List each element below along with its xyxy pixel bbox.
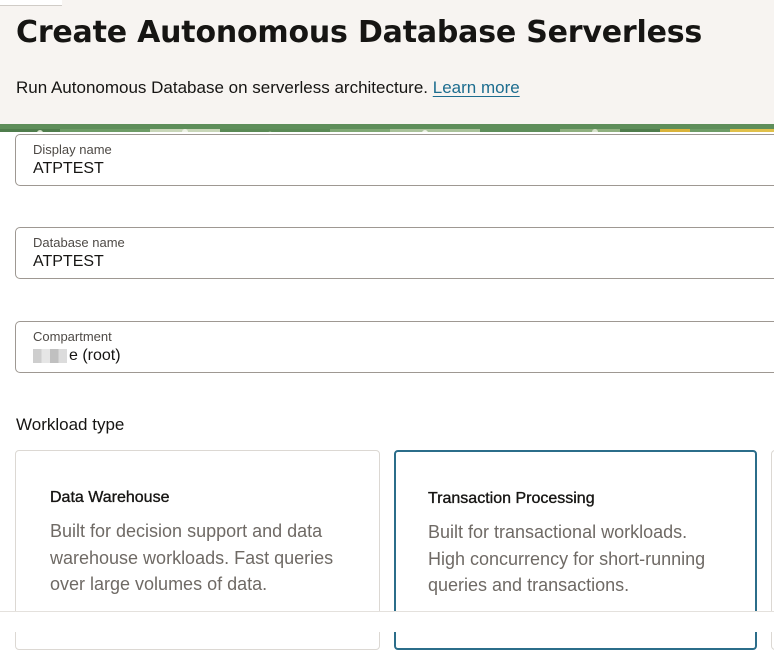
decorative-banner (0, 124, 774, 132)
page-subtitle: Run Autonomous Database on serverless ar… (16, 77, 520, 99)
card-title: Transaction Processing (428, 490, 595, 507)
database-name-label: Database name (33, 235, 125, 250)
display-name-input[interactable]: ATPTEST (33, 160, 104, 178)
compartment-label: Compartment (33, 329, 112, 344)
card-title: Data Warehouse (50, 489, 170, 506)
subtitle-text: Run Autonomous Database on serverless ar… (16, 78, 429, 97)
display-name-field[interactable]: Display name ATPTEST (15, 134, 774, 186)
card-description: Built for transactional workloads. High … (428, 522, 706, 595)
compartment-select[interactable]: e (root) (33, 347, 121, 365)
card-description: Built for decision support and data ware… (50, 521, 334, 594)
database-name-field[interactable]: Database name ATPTEST (15, 227, 774, 279)
compartment-value: e (root) (69, 347, 121, 364)
header-tab-stub (0, 0, 62, 6)
banner-pattern-image (0, 129, 774, 132)
compartment-field[interactable]: Compartment e (root) (15, 321, 774, 373)
workload-type-label: Workload type (16, 415, 125, 434)
page-header: Create Autonomous Database Serverless Ru… (0, 0, 774, 124)
bottom-area (0, 612, 774, 632)
redacted-text-image (33, 349, 67, 363)
display-name-label: Display name (33, 142, 112, 157)
page-title: Create Autonomous Database Serverless (16, 15, 703, 50)
learn-more-link[interactable]: Learn more (433, 78, 520, 97)
database-name-input[interactable]: ATPTEST (33, 253, 104, 271)
